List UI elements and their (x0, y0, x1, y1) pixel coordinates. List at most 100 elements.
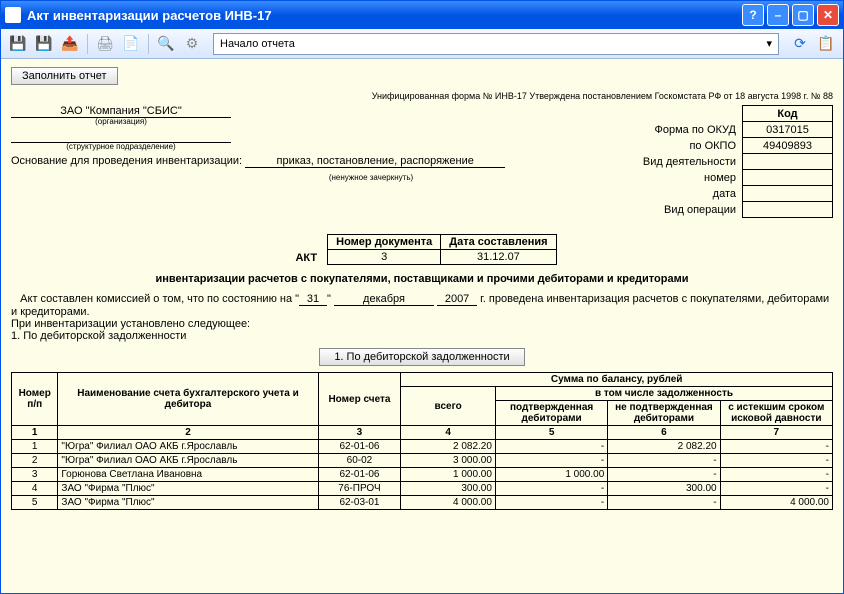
app-icon (5, 7, 21, 23)
fill-report-button[interactable]: Заполнить отчет (11, 67, 118, 85)
as-of-day[interactable]: 31 (299, 293, 327, 306)
okpo-label: по ОКПО (637, 138, 743, 154)
save-all-icon[interactable]: 💾 (33, 33, 55, 55)
basis-label: Основание для проведения инвентаризации: (11, 155, 242, 167)
debtors-table: Номер п/п Наименование счета бухгалтерск… (11, 372, 833, 510)
col-index: 2 (58, 426, 318, 440)
code-header: Код (743, 106, 833, 122)
okud-value: 0317015 (743, 122, 833, 138)
table-row[interactable]: 5ЗАО "Фирма "Плюс"62-03-014 000.00--4 00… (12, 496, 833, 510)
body-line-1: Акт составлен комиссией о том, что по со… (11, 293, 833, 318)
cell: - (720, 482, 832, 496)
dropdown-icon[interactable]: ▾ (766, 37, 772, 50)
close-button[interactable]: ✕ (817, 4, 839, 26)
subdivision-sublabel: (структурное подразделение) (11, 142, 231, 151)
cell: 4 (12, 482, 58, 496)
doc-date-header: Дата составления (441, 235, 556, 250)
org-sublabel: (организация) (11, 117, 231, 126)
doc-date-value: 31.12.07 (441, 250, 556, 265)
cell: - (720, 440, 832, 454)
address-field[interactable]: Начало отчета ▾ (213, 33, 779, 55)
cell: 62-01-06 (318, 468, 401, 482)
col-index: 6 (608, 426, 720, 440)
export-icon[interactable]: 📤 (59, 33, 81, 55)
cell: 4 000.00 (720, 496, 832, 510)
activity-value (743, 154, 833, 170)
col-total: всего (401, 387, 496, 426)
col-expired: с истекшим сроком исковой давности (720, 401, 832, 426)
number-label: номер (637, 170, 743, 186)
akt-label: АКТ (287, 235, 327, 265)
cell: - (495, 496, 607, 510)
table-row[interactable]: 3Горюнова Светлана Ивановна62-01-061 000… (12, 468, 833, 482)
cell: 5 (12, 496, 58, 510)
window-title: Акт инвентаризации расчетов ИНВ-17 (27, 8, 742, 23)
cell: 62-01-06 (318, 440, 401, 454)
cell: 2 (12, 454, 58, 468)
cell: 4 000.00 (401, 496, 496, 510)
table-row[interactable]: 1"Югра" Филиал ОАО АКБ г.Ярославль62-01-… (12, 440, 833, 454)
settings-icon[interactable]: ⚙ (181, 33, 203, 55)
cell: Горюнова Светлана Ивановна (58, 468, 318, 482)
cell: - (720, 468, 832, 482)
doc-icon[interactable]: 📋 (815, 33, 837, 55)
print-preview-icon[interactable]: 📄 (120, 33, 142, 55)
cell: 60-02 (318, 454, 401, 468)
maximize-button[interactable]: ▢ (792, 4, 814, 26)
doc-num-value: 3 (328, 250, 441, 265)
as-of-year[interactable]: 2007 (437, 293, 477, 306)
save-icon[interactable]: 💾 (7, 33, 29, 55)
search-icon[interactable]: 🔍 (155, 33, 177, 55)
cell: 2 082.20 (401, 440, 496, 454)
col-balance: Сумма по балансу, рублей (401, 373, 833, 387)
cell: - (720, 454, 832, 468)
cell: ЗАО "Фирма "Плюс" (58, 496, 318, 510)
col-name: Наименование счета бухгалтерского учета … (58, 373, 318, 426)
body-line-2: При инвентаризации установлено следующее… (11, 318, 833, 330)
code-table: Код Форма по ОКУД0317015 по ОКПО49409893… (637, 105, 833, 218)
cell: 1 (12, 440, 58, 454)
op-label: Вид операции (637, 202, 743, 218)
col-index: 3 (318, 426, 401, 440)
cell: - (608, 454, 720, 468)
cell: - (495, 454, 607, 468)
col-index: 4 (401, 426, 496, 440)
col-num: Номер п/п (12, 373, 58, 426)
cell: 3 000.00 (401, 454, 496, 468)
op-value (743, 202, 833, 218)
col-index: 1 (12, 426, 58, 440)
refresh-icon[interactable]: ⟳ (789, 33, 811, 55)
col-index: 5 (495, 426, 607, 440)
date-label: дата (637, 186, 743, 202)
address-text: Начало отчета (220, 38, 295, 50)
cell: - (495, 482, 607, 496)
document-content: Заполнить отчет Унифицированная форма № … (1, 59, 843, 593)
as-of-month[interactable]: декабря (334, 293, 434, 306)
cell: - (608, 496, 720, 510)
cell: "Югра" Филиал ОАО АКБ г.Ярославль (58, 440, 318, 454)
cell: 2 082.20 (608, 440, 720, 454)
toolbar: 💾 💾 📤 🖨 📄 🔍 ⚙ Начало отчета ▾ ⟳ 📋 (1, 29, 843, 59)
cell: 300.00 (401, 482, 496, 496)
doc-num-header: Номер документа (328, 235, 441, 250)
doc-subtitle: инвентаризации расчетов с покупателями, … (11, 273, 833, 285)
table-row[interactable]: 4ЗАО "Фирма "Плюс"76-ПРОЧ300.00-300.00- (12, 482, 833, 496)
cell: 1 000.00 (401, 468, 496, 482)
col-unconfirmed: не подтвержденная дебиторами (608, 401, 720, 426)
cell: "Югра" Филиал ОАО АКБ г.Ярославль (58, 454, 318, 468)
help-button[interactable]: ? (742, 4, 764, 26)
cell: 1 000.00 (495, 468, 607, 482)
cell: ЗАО "Фирма "Плюс" (58, 482, 318, 496)
print-icon[interactable]: 🖨 (94, 33, 116, 55)
form-approval-text: Унифицированная форма № ИНВ-17 Утвержден… (11, 91, 833, 101)
cell: - (608, 468, 720, 482)
table-row[interactable]: 2"Югра" Филиал ОАО АКБ г.Ярославль60-023… (12, 454, 833, 468)
titlebar: Акт инвентаризации расчетов ИНВ-17 ? – ▢… (1, 1, 843, 29)
col-sub: в том числе задолженность (495, 387, 832, 401)
col-confirmed: подтвержденная дебиторами (495, 401, 607, 426)
cell: - (495, 440, 607, 454)
tab-debtors[interactable]: 1. По дебиторской задолженности (319, 348, 524, 366)
minimize-button[interactable]: – (767, 4, 789, 26)
okpo-value: 49409893 (743, 138, 833, 154)
okud-label: Форма по ОКУД (637, 122, 743, 138)
